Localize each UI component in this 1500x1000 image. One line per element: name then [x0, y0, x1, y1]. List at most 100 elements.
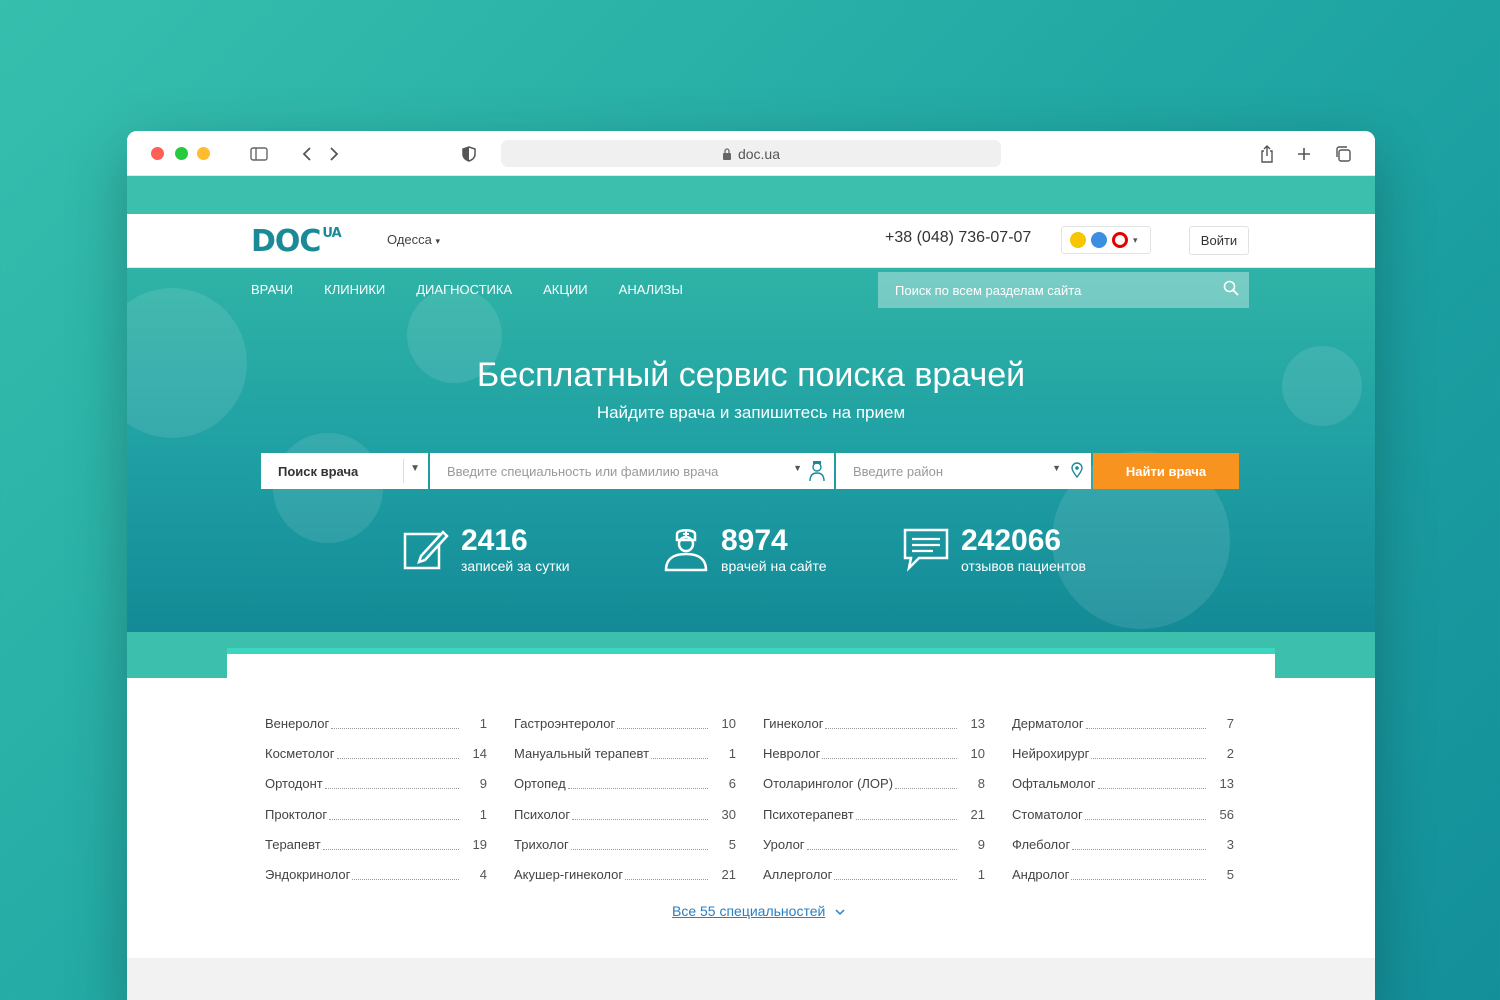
specialty-row[interactable]: Дерматолог 7 [1012, 708, 1234, 738]
specialty-count: 13 [1219, 776, 1234, 792]
specialty-count: 5 [1226, 867, 1234, 883]
site-search-input[interactable]: Поиск по всем разделам сайта [878, 272, 1249, 308]
search-type-select[interactable]: Поиск врача ▼ [261, 453, 428, 489]
specialty-count: 4 [479, 867, 487, 883]
close-window-button[interactable] [151, 147, 164, 160]
back-icon[interactable] [295, 142, 319, 166]
specialty-input[interactable]: Введите специальность или фамилию врача … [430, 453, 834, 489]
specialty-name: Аллерголог [763, 867, 833, 883]
divider [403, 459, 404, 483]
specialty-row[interactable]: Эндокринолог 4 [265, 859, 487, 889]
minimize-window-button[interactable] [175, 147, 188, 160]
find-doctor-button[interactable]: Найти врача [1093, 453, 1239, 489]
operator-selector[interactable]: ▾ [1061, 226, 1151, 254]
specialty-count: 56 [1219, 806, 1234, 822]
dot-leader [651, 757, 708, 759]
specialty-name: Психолог [514, 806, 571, 822]
stat-reviews: 242066 отзывов пациентов [903, 526, 1086, 574]
nav-item-promotions[interactable]: АКЦИИ [543, 282, 588, 297]
dot-leader [825, 727, 957, 729]
specialty-row[interactable]: Аллерголог 1 [763, 859, 985, 889]
all-specialties-link[interactable]: Все 55 специальностей [672, 903, 845, 919]
doctor-search-form: Поиск врача ▼ Введите специальность или … [261, 453, 1239, 489]
specialty-row[interactable]: Невролог 10 [763, 738, 985, 768]
url-text: doc.ua [737, 145, 781, 162]
specialty-row[interactable]: Гастроэнтеролог 10 [514, 708, 736, 738]
specialty-name: Гастроэнтеролог [514, 715, 616, 731]
zoom-window-button[interactable] [197, 147, 210, 160]
specialty-row[interactable]: Трихолог 5 [514, 829, 736, 859]
specialty-row[interactable]: Проктолог 1 [265, 799, 487, 829]
new-tab-icon[interactable] [1292, 142, 1316, 166]
dot-leader [336, 757, 459, 759]
specialty-name: Акушер-гинеколог [514, 867, 624, 883]
specialty-count: 1 [728, 745, 736, 761]
logo[interactable]: DOC UA [251, 224, 342, 259]
address-bar[interactable]: doc.ua [501, 140, 1001, 167]
caret-down-icon[interactable]: ▼ [793, 463, 802, 473]
search-icon[interactable] [1223, 280, 1239, 301]
specialty-row[interactable]: Флеболог 3 [1012, 829, 1234, 859]
specialty-name: Флеболог [1012, 836, 1071, 852]
specialty-count: 14 [472, 745, 487, 761]
specialty-count: 5 [728, 836, 736, 852]
nav-item-diagnostics[interactable]: ДИАГНОСТИКА [416, 282, 512, 297]
forward-icon[interactable] [322, 142, 346, 166]
lifecell-icon [1070, 232, 1086, 248]
city-selector[interactable]: Одесса ▾ [387, 232, 440, 247]
specialty-count: 19 [472, 836, 487, 852]
nav-item-clinics[interactable]: КЛИНИКИ [324, 282, 385, 297]
card-top-border [227, 648, 1275, 678]
browser-toolbar: doc.ua [127, 131, 1375, 176]
dot-leader [1085, 727, 1206, 729]
specialties-column: Гастроэнтеролог 10 Мануальный терапевт 1 О… [514, 708, 736, 890]
specialty-row[interactable]: Офтальмолог 13 [1012, 769, 1234, 799]
review-icon [903, 528, 949, 572]
vodafone-icon [1112, 232, 1128, 248]
specialty-row[interactable]: Косметолог 14 [265, 738, 487, 768]
specialty-row[interactable]: Венеролог 1 [265, 708, 487, 738]
specialty-name: Офтальмолог [1012, 776, 1096, 792]
dot-leader [1084, 818, 1206, 820]
site-header: DOC UA Одесса ▾ +38 (048) 736-07-07 ▾ Вой… [127, 214, 1375, 268]
tabs-overview-icon[interactable] [1331, 142, 1355, 166]
dot-leader [570, 848, 708, 850]
district-input[interactable]: Введите район ▼ [836, 453, 1091, 489]
specialty-row[interactable]: Ортопед 6 [514, 769, 736, 799]
phone-number[interactable]: +38 (048) 736-07-07 [885, 229, 1031, 247]
dot-leader [322, 848, 459, 850]
dot-leader [617, 727, 708, 729]
specialty-name: Терапевт [265, 836, 321, 852]
caret-down-icon[interactable]: ▼ [1052, 463, 1061, 473]
specialty-row[interactable]: Стоматолог 56 [1012, 799, 1234, 829]
caret-down-icon: ▼ [410, 463, 420, 474]
stat-appointments-label: записей за сутки [461, 558, 570, 574]
specialty-row[interactable]: Психотерапевт 21 [763, 799, 985, 829]
share-icon[interactable] [1255, 142, 1279, 166]
login-button[interactable]: Войти [1189, 226, 1249, 255]
footer-area [127, 958, 1375, 1000]
shield-icon[interactable] [457, 142, 481, 166]
specialty-row[interactable]: Ортодонт 9 [265, 769, 487, 799]
specialty-row[interactable]: Терапевт 19 [265, 829, 487, 859]
specialty-row[interactable]: Нейрохирург 2 [1012, 738, 1234, 768]
specialties-column: Венеролог 1 Косметолог 14 Ортодонт 9 Прокто… [265, 708, 487, 890]
specialty-row[interactable]: Акушер-гинеколог 21 [514, 859, 736, 889]
specialty-row[interactable]: Уролог 9 [763, 829, 985, 859]
specialties-column: Дерматолог 7 Нейрохирург 2 Офтальмолог 13 С… [1012, 708, 1234, 890]
nav-item-doctors[interactable]: ВРАЧИ [251, 282, 293, 297]
dot-leader [855, 818, 957, 820]
specialty-count: 7 [1226, 715, 1234, 731]
sidebar-icon[interactable] [247, 142, 271, 166]
specialty-row[interactable]: Андролог 5 [1012, 859, 1234, 889]
specialty-row[interactable]: Мануальный терапевт 1 [514, 738, 736, 768]
stat-reviews-number: 242066 [961, 524, 1062, 557]
specialty-row[interactable]: Отоларинголог (ЛОР) 8 [763, 769, 985, 799]
chevron-down-icon [835, 903, 845, 919]
specialty-row[interactable]: Психолог 30 [514, 799, 736, 829]
specialty-row[interactable]: Гинеколог 13 [763, 708, 985, 738]
all-specialties-label: Все 55 специальностей [672, 903, 826, 919]
nav-item-analyses[interactable]: АНАЛИЗЫ [619, 282, 683, 297]
specialty-count: 6 [728, 776, 736, 792]
specialty-count: 30 [721, 806, 736, 822]
